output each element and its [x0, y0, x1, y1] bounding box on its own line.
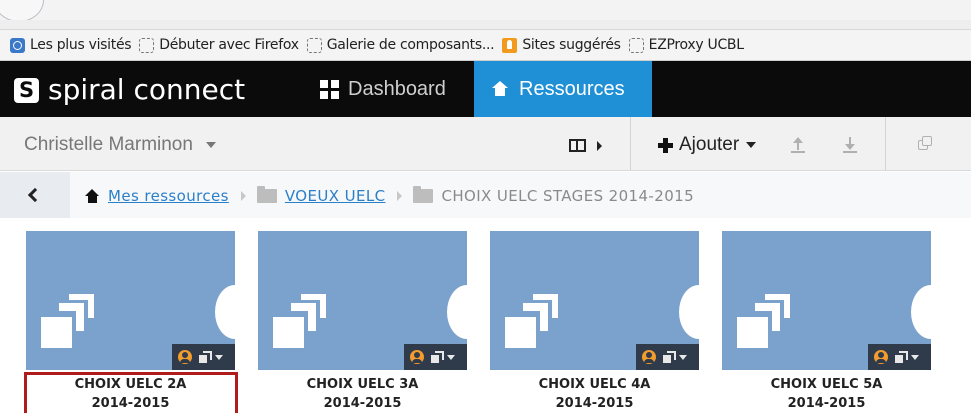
bookmark-label: Sites suggérés [522, 37, 621, 53]
plus-icon [658, 137, 673, 153]
user-name: Christelle Marminon [24, 134, 193, 155]
nav-ressources[interactable]: Ressources [474, 61, 652, 117]
grid-icon [320, 79, 339, 99]
bookmark-icon [139, 37, 155, 53]
copy-icon[interactable] [918, 136, 933, 151]
tile-actions[interactable] [636, 344, 699, 370]
app-header: spiral connect Dashboard Ressources [0, 61, 971, 117]
stack-icon [505, 294, 560, 354]
tile-notch [447, 285, 467, 339]
tile-title-line: 2014-2015 [323, 396, 402, 411]
chevron-right-icon [397, 191, 403, 201]
bookmark-label: Débuter avec Firefox [159, 37, 299, 53]
tile-notch [911, 285, 931, 339]
add-button[interactable]: Ajouter [658, 134, 757, 156]
toolbar-divider [630, 117, 631, 171]
breadcrumb-voeux-uelc[interactable]: VOEUX UELC [285, 187, 386, 205]
home-icon [492, 81, 508, 97]
tile-actions[interactable] [172, 344, 235, 370]
logo-icon [14, 77, 39, 103]
upload-icon[interactable] [791, 137, 805, 153]
chevron-right-icon [240, 191, 246, 201]
selection-frame [24, 372, 238, 413]
bookmark-ezproxy-ucbl[interactable]: EZProxy UCBL [628, 37, 744, 53]
bookmark-icon [306, 37, 322, 53]
breadcrumb-mes-ressources[interactable]: Mes ressources [108, 187, 229, 205]
toolbar-strip [0, 20, 971, 30]
resource-tile[interactable] [26, 231, 235, 370]
tile-title-line: 2014-2015 [555, 396, 634, 411]
breadcrumb: Mes ressources VOEUX UELC CHOIX UELC STA… [0, 172, 971, 218]
resource-toolbar: Christelle Marminon Ajouter [0, 117, 971, 171]
tile-title[interactable]: CHOIX UELC 3A 2014-2015 [258, 375, 467, 413]
bookmarks-bar: Les plus visités Débuter avec Firefox Ga… [0, 30, 971, 61]
nav-dashboard[interactable]: Dashboard [307, 61, 473, 117]
user-icon [410, 350, 424, 364]
bookmark-sites-suggeres[interactable]: Sites suggérés [502, 37, 621, 53]
back-button[interactable] [0, 0, 44, 22]
user-menu[interactable]: Christelle Marminon [24, 134, 217, 156]
chevron-down-icon [679, 354, 687, 360]
share-icon [431, 351, 444, 363]
tile-title-line: CHOIX UELC 3A [306, 377, 419, 392]
resource-tile[interactable] [258, 231, 467, 370]
user-icon [178, 350, 192, 364]
browser-top-chrome [0, 0, 971, 30]
breadcrumb-back-button[interactable] [0, 172, 70, 218]
globe-icon [10, 37, 25, 53]
chevron-down-icon [746, 142, 757, 148]
share-icon [895, 351, 908, 363]
bookmark-label: Galerie de composants... [326, 37, 495, 53]
tile-actions[interactable] [868, 344, 931, 370]
tile-title[interactable]: CHOIX UELC 4A 2014-2015 [490, 375, 699, 413]
stack-icon [273, 294, 328, 354]
chevron-right-icon[interactable] [597, 141, 602, 151]
breadcrumb-trail: Mes ressources VOEUX UELC CHOIX UELC STA… [85, 186, 695, 205]
chevron-down-icon [911, 354, 919, 360]
folder-icon [256, 186, 277, 203]
logo-text: spiral connect [48, 73, 246, 106]
nav-ressources-label: Ressources [519, 77, 625, 100]
tile-notch [679, 285, 699, 339]
bookmark-galerie-de-composants[interactable]: Galerie de composants... [306, 37, 495, 53]
folder-icon [413, 186, 434, 203]
columns-view-icon[interactable] [569, 139, 586, 152]
stack-icon [737, 294, 792, 354]
add-button-label: Ajouter [679, 134, 740, 155]
lightbulb-icon [502, 37, 518, 53]
toolbar-divider [885, 117, 886, 171]
home-icon [85, 189, 100, 203]
tile-title-line: 2014-2015 [787, 396, 866, 411]
bookmark-label: Les plus visités [30, 37, 132, 53]
tile-title-line: CHOIX UELC 4A [538, 377, 651, 392]
bookmark-les-plus-visites[interactable]: Les plus visités [10, 37, 132, 53]
chevron-down-icon [206, 141, 217, 148]
share-icon [663, 351, 676, 363]
bookmark-label: EZProxy UCBL [648, 37, 744, 53]
tile-actions[interactable] [404, 344, 467, 370]
user-icon [642, 350, 656, 364]
tile-notch [215, 285, 235, 339]
download-icon[interactable] [843, 137, 857, 153]
bookmark-debuter-avec-firefox[interactable]: Débuter avec Firefox [139, 37, 299, 53]
user-icon [874, 350, 888, 364]
chevron-down-icon [215, 354, 223, 360]
browser-window: Les plus visités Débuter avec Firefox Ga… [0, 0, 971, 413]
stack-icon [41, 294, 96, 354]
resource-tile[interactable] [490, 231, 699, 370]
breadcrumb-current: CHOIX UELC STAGES 2014-2015 [441, 187, 695, 205]
resource-tile[interactable] [722, 231, 931, 370]
chevron-down-icon [447, 354, 455, 360]
nav-dashboard-label: Dashboard [348, 77, 446, 100]
tile-title[interactable]: CHOIX UELC 5A 2014-2015 [722, 375, 931, 413]
share-icon [199, 351, 212, 363]
bookmark-icon [628, 37, 644, 53]
tile-title-line: CHOIX UELC 5A [770, 377, 883, 392]
app-logo[interactable]: spiral connect [14, 75, 245, 105]
